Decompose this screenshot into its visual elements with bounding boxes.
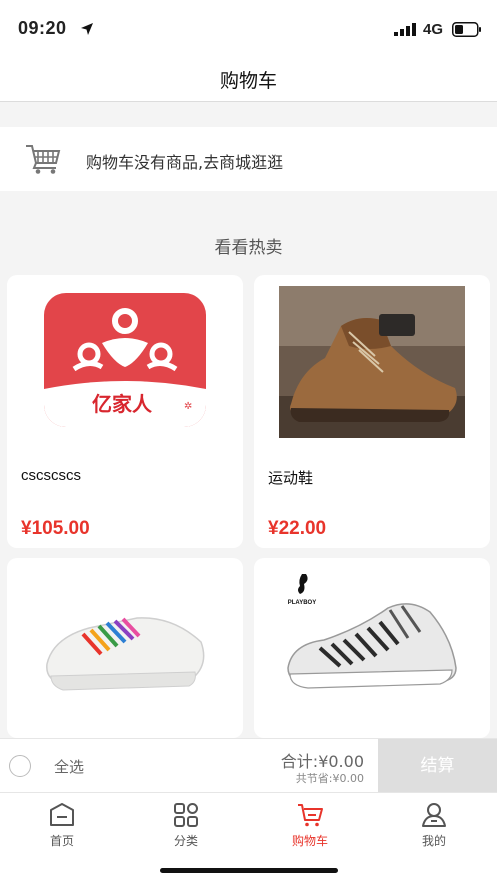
tab-category-label: 分类	[173, 834, 198, 848]
status-bar: 09:20 4G	[0, 0, 497, 58]
location-arrow-icon	[81, 23, 93, 35]
checkout-button[interactable]: 结算	[378, 739, 497, 793]
hot-section-title: 看看热卖	[214, 238, 283, 258]
cart-icon	[26, 145, 61, 174]
product-card[interactable]: 亿家人 ✲ cscscscs ¥105.00	[7, 275, 243, 548]
product-card[interactable]: 运动鞋 ¥22.00	[254, 275, 490, 548]
product-card[interactable]	[7, 558, 243, 738]
product-price: ¥22.00	[268, 518, 327, 539]
empty-cart-banner[interactable]: 购物车没有商品,去商城逛逛	[0, 127, 497, 191]
svg-text:亿家人: 亿家人	[92, 392, 153, 416]
product-name: 运动鞋	[268, 470, 314, 487]
profile-icon	[422, 803, 446, 827]
home-icon	[50, 803, 74, 826]
tab-home[interactable]: 首页	[22, 797, 102, 849]
network-type: 4G	[423, 21, 444, 38]
product-price: ¥105.00	[21, 518, 90, 539]
status-time: 09:20	[18, 18, 67, 38]
tab-category[interactable]: 分类	[146, 797, 226, 849]
checkout-bar: 全选 合计:¥0.00 共节省:¥0.00 结算	[0, 738, 497, 793]
tab-cart[interactable]: 购物车	[270, 797, 350, 849]
product-card[interactable]: PLAYBOY	[254, 558, 490, 738]
playboy-brand-text: PLAYBOY	[288, 600, 316, 606]
saved-amount: 共节省:¥0.00	[295, 772, 364, 785]
tab-home-label: 首页	[49, 834, 74, 848]
yijiaren-logo-image: 亿家人 ✲	[44, 293, 206, 427]
boot-product-image	[279, 286, 465, 438]
cart-icon	[298, 804, 323, 827]
page-title: 购物车	[219, 70, 277, 92]
battery-icon	[452, 22, 481, 37]
nav-bar: 购物车	[0, 58, 497, 102]
tab-profile[interactable]: 我的	[394, 797, 474, 849]
playboy-sneaker-image: PLAYBOY	[280, 568, 464, 728]
product-name: cscscscs	[21, 467, 81, 484]
total-amount: 合计:¥0.00	[280, 752, 364, 771]
svg-text:✲: ✲	[184, 401, 192, 412]
tab-profile-label: 我的	[421, 834, 446, 848]
select-all-label[interactable]: 全选	[54, 756, 84, 777]
category-grid-icon	[174, 803, 198, 827]
home-indicator	[160, 868, 338, 873]
cellular-signal-icon	[394, 23, 416, 36]
tab-cart-label: 购物车	[291, 834, 328, 848]
white-sneaker-image	[33, 568, 217, 728]
select-all-checkbox[interactable]	[9, 755, 31, 777]
empty-cart-message: 购物车没有商品,去商城逛逛	[86, 153, 284, 172]
